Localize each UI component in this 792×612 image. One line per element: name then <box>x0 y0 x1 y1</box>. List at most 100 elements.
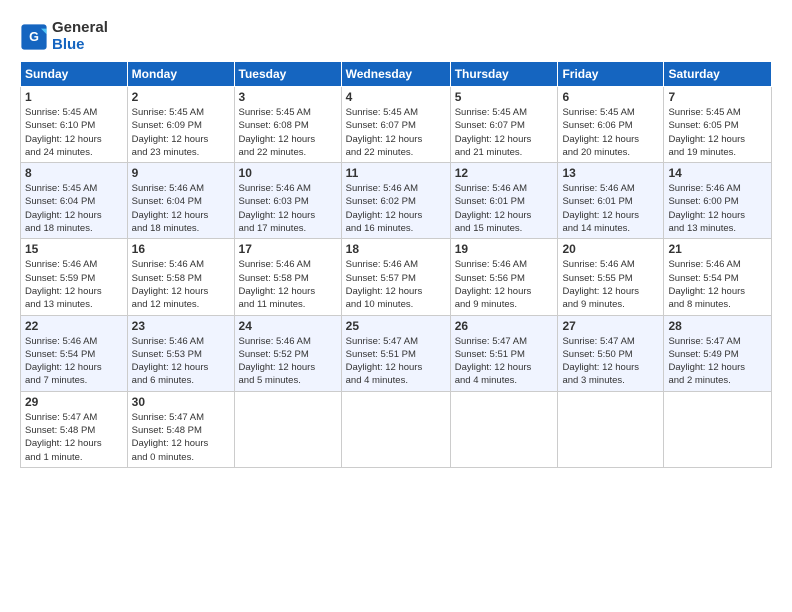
day-number: 11 <box>346 166 446 180</box>
calendar-cell: 9 Sunrise: 5:46 AM Sunset: 6:04 PM Daylig… <box>127 163 234 239</box>
calendar-cell: 10 Sunrise: 5:46 AM Sunset: 6:03 PM Dayli… <box>234 163 341 239</box>
day-content: Sunrise: 5:47 AM Sunset: 5:51 PM Dayligh… <box>346 335 446 388</box>
day-number: 24 <box>239 319 337 333</box>
calendar-cell <box>450 391 558 467</box>
day-number: 30 <box>132 395 230 409</box>
logo: G General Blue <box>20 20 108 53</box>
calendar-cell: 22 Sunrise: 5:46 AM Sunset: 5:54 PM Dayli… <box>21 315 128 391</box>
day-content: Sunrise: 5:46 AM Sunset: 6:00 PM Dayligh… <box>668 182 767 235</box>
header: G General Blue <box>20 16 772 53</box>
day-header-tuesday: Tuesday <box>234 62 341 87</box>
calendar-cell <box>234 391 341 467</box>
day-number: 21 <box>668 242 767 256</box>
calendar: SundayMondayTuesdayWednesdayThursdayFrid… <box>20 61 772 468</box>
day-content: Sunrise: 5:45 AM Sunset: 6:05 PM Dayligh… <box>668 106 767 159</box>
day-number: 23 <box>132 319 230 333</box>
day-number: 27 <box>562 319 659 333</box>
day-number: 22 <box>25 319 123 333</box>
calendar-cell: 30 Sunrise: 5:47 AM Sunset: 5:48 PM Dayli… <box>127 391 234 467</box>
svg-text:G: G <box>29 30 39 44</box>
day-header-saturday: Saturday <box>664 62 772 87</box>
day-number: 26 <box>455 319 554 333</box>
day-number: 13 <box>562 166 659 180</box>
day-header-wednesday: Wednesday <box>341 62 450 87</box>
calendar-cell: 25 Sunrise: 5:47 AM Sunset: 5:51 PM Dayli… <box>341 315 450 391</box>
calendar-cell: 7 Sunrise: 5:45 AM Sunset: 6:05 PM Daylig… <box>664 87 772 163</box>
calendar-cell: 6 Sunrise: 5:45 AM Sunset: 6:06 PM Daylig… <box>558 87 664 163</box>
day-number: 29 <box>25 395 123 409</box>
day-number: 9 <box>132 166 230 180</box>
day-content: Sunrise: 5:46 AM Sunset: 5:54 PM Dayligh… <box>668 258 767 311</box>
day-number: 14 <box>668 166 767 180</box>
day-content: Sunrise: 5:46 AM Sunset: 5:58 PM Dayligh… <box>239 258 337 311</box>
calendar-cell: 20 Sunrise: 5:46 AM Sunset: 5:55 PM Dayli… <box>558 239 664 315</box>
day-number: 12 <box>455 166 554 180</box>
calendar-cell: 21 Sunrise: 5:46 AM Sunset: 5:54 PM Dayli… <box>664 239 772 315</box>
calendar-cell: 17Sunrise: 5:46 AM Sunset: 5:58 PM Dayli… <box>234 239 341 315</box>
calendar-cell: 3 Sunrise: 5:45 AM Sunset: 6:08 PM Daylig… <box>234 87 341 163</box>
day-number: 8 <box>25 166 123 180</box>
day-content: Sunrise: 5:45 AM Sunset: 6:09 PM Dayligh… <box>132 106 230 159</box>
day-content: Sunrise: 5:47 AM Sunset: 5:48 PM Dayligh… <box>132 411 230 464</box>
calendar-cell: 19 Sunrise: 5:46 AM Sunset: 5:56 PM Dayli… <box>450 239 558 315</box>
day-content: Sunrise: 5:46 AM Sunset: 5:53 PM Dayligh… <box>132 335 230 388</box>
day-content: Sunrise: 5:46 AM Sunset: 6:03 PM Dayligh… <box>239 182 337 235</box>
calendar-cell: 26 Sunrise: 5:47 AM Sunset: 5:51 PM Dayli… <box>450 315 558 391</box>
calendar-cell: 16 Sunrise: 5:46 AM Sunset: 5:58 PM Dayli… <box>127 239 234 315</box>
day-header-monday: Monday <box>127 62 234 87</box>
calendar-cell: 12 Sunrise: 5:46 AM Sunset: 6:01 PM Dayli… <box>450 163 558 239</box>
calendar-cell <box>341 391 450 467</box>
day-content: Sunrise: 5:46 AM Sunset: 5:56 PM Dayligh… <box>455 258 554 311</box>
day-header-friday: Friday <box>558 62 664 87</box>
day-number: 28 <box>668 319 767 333</box>
logo-line2: Blue <box>52 37 108 54</box>
day-number: 7 <box>668 90 767 104</box>
day-number: 20 <box>562 242 659 256</box>
day-content: Sunrise: 5:46 AM Sunset: 6:01 PM Dayligh… <box>562 182 659 235</box>
day-content: Sunrise: 5:46 AM Sunset: 5:59 PM Dayligh… <box>25 258 123 311</box>
calendar-cell: 23 Sunrise: 5:46 AM Sunset: 5:53 PM Dayli… <box>127 315 234 391</box>
day-content: Sunrise: 5:47 AM Sunset: 5:48 PM Dayligh… <box>25 411 123 464</box>
day-content: Sunrise: 5:45 AM Sunset: 6:07 PM Dayligh… <box>455 106 554 159</box>
day-number: 5 <box>455 90 554 104</box>
day-content: Sunrise: 5:46 AM Sunset: 6:04 PM Dayligh… <box>132 182 230 235</box>
logo-line1: General <box>52 20 108 37</box>
day-number: 18 <box>346 242 446 256</box>
day-number: 2 <box>132 90 230 104</box>
day-content: Sunrise: 5:45 AM Sunset: 6:10 PM Dayligh… <box>25 106 123 159</box>
day-content: Sunrise: 5:46 AM Sunset: 5:55 PM Dayligh… <box>562 258 659 311</box>
calendar-cell: 5 Sunrise: 5:45 AM Sunset: 6:07 PM Daylig… <box>450 87 558 163</box>
calendar-cell: 4Sunrise: 5:45 AM Sunset: 6:07 PM Daylig… <box>341 87 450 163</box>
day-number: 1 <box>25 90 123 104</box>
day-content: Sunrise: 5:47 AM Sunset: 5:50 PM Dayligh… <box>562 335 659 388</box>
calendar-cell: 29 Sunrise: 5:47 AM Sunset: 5:48 PM Dayli… <box>21 391 128 467</box>
day-content: Sunrise: 5:46 AM Sunset: 5:58 PM Dayligh… <box>132 258 230 311</box>
day-content: Sunrise: 5:47 AM Sunset: 5:51 PM Dayligh… <box>455 335 554 388</box>
calendar-cell: 28Sunrise: 5:47 AM Sunset: 5:49 PM Dayli… <box>664 315 772 391</box>
day-content: Sunrise: 5:45 AM Sunset: 6:06 PM Dayligh… <box>562 106 659 159</box>
calendar-cell <box>558 391 664 467</box>
calendar-cell: 15Sunrise: 5:46 AM Sunset: 5:59 PM Dayli… <box>21 239 128 315</box>
calendar-cell: 11 Sunrise: 5:46 AM Sunset: 6:02 PM Dayli… <box>341 163 450 239</box>
day-number: 3 <box>239 90 337 104</box>
calendar-cell <box>664 391 772 467</box>
day-header-thursday: Thursday <box>450 62 558 87</box>
day-number: 25 <box>346 319 446 333</box>
day-content: Sunrise: 5:46 AM Sunset: 6:02 PM Dayligh… <box>346 182 446 235</box>
day-content: Sunrise: 5:46 AM Sunset: 5:54 PM Dayligh… <box>25 335 123 388</box>
day-number: 4 <box>346 90 446 104</box>
calendar-cell: 18 Sunrise: 5:46 AM Sunset: 5:57 PM Dayli… <box>341 239 450 315</box>
day-content: Sunrise: 5:46 AM Sunset: 5:57 PM Dayligh… <box>346 258 446 311</box>
calendar-header-row: SundayMondayTuesdayWednesdayThursdayFrid… <box>21 62 772 87</box>
calendar-cell: 14 Sunrise: 5:46 AM Sunset: 6:00 PM Dayli… <box>664 163 772 239</box>
day-number: 19 <box>455 242 554 256</box>
day-content: Sunrise: 5:45 AM Sunset: 6:08 PM Dayligh… <box>239 106 337 159</box>
day-number: 6 <box>562 90 659 104</box>
day-number: 10 <box>239 166 337 180</box>
day-number: 16 <box>132 242 230 256</box>
calendar-cell: 24 Sunrise: 5:46 AM Sunset: 5:52 PM Dayli… <box>234 315 341 391</box>
day-content: Sunrise: 5:45 AM Sunset: 6:04 PM Dayligh… <box>25 182 123 235</box>
day-content: Sunrise: 5:46 AM Sunset: 6:01 PM Dayligh… <box>455 182 554 235</box>
day-content: Sunrise: 5:46 AM Sunset: 5:52 PM Dayligh… <box>239 335 337 388</box>
calendar-cell: 8 Sunrise: 5:45 AM Sunset: 6:04 PM Daylig… <box>21 163 128 239</box>
